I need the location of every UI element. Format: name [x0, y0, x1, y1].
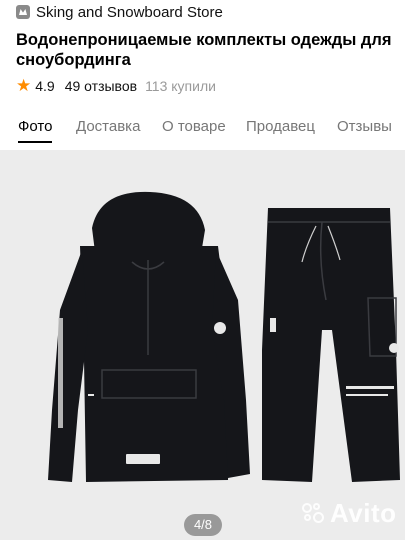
tab-reviews[interactable]: Отзывы [337, 110, 392, 143]
avito-watermark: Avito [300, 498, 397, 529]
reviews-link[interactable]: 49 отзывов [65, 78, 137, 94]
rating-row[interactable]: ★ 4.9 49 отзывов 113 купили [16, 76, 216, 95]
tab-seller[interactable]: Продавец [246, 110, 315, 143]
product-photo[interactable] [0, 150, 405, 540]
store-logo-icon [16, 5, 30, 19]
gallery-counter: 4/8 [184, 514, 222, 536]
snowboard-suit-image [48, 191, 400, 482]
tab-delivery[interactable]: Доставка [76, 110, 140, 143]
pants-illustration [262, 208, 400, 482]
tab-about[interactable]: О товаре [162, 110, 226, 143]
store-header[interactable]: Sking and Snowboard Store [16, 4, 223, 21]
product-tabs: Фото Доставка О товаре Продавец Отзывы [0, 110, 405, 146]
star-icon: ★ [16, 76, 32, 95]
avito-logo-icon [300, 501, 326, 527]
store-name[interactable]: Sking and Snowboard Store [36, 4, 223, 21]
bought-count: 113 купили [145, 78, 216, 94]
product-title: Водонепроницаемые комплекты одежды для с… [16, 31, 392, 69]
avito-wordmark: Avito [330, 498, 397, 528]
tab-photo[interactable]: Фото [18, 110, 53, 143]
rating-value: 4.9 [35, 78, 55, 94]
jacket-illustration [48, 191, 250, 482]
